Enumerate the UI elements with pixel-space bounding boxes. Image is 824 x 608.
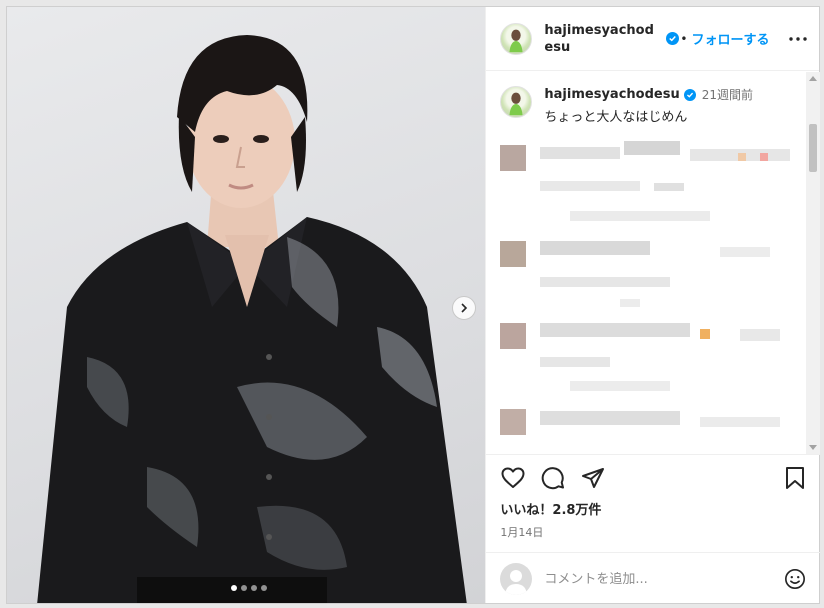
caption-username[interactable]: hajimesyachodesu bbox=[544, 87, 679, 102]
emoji-smile-icon[interactable] bbox=[784, 568, 806, 590]
instagram-post-window: hajimesyachodesu • フォローする hajimesyachode… bbox=[6, 6, 821, 605]
save-button[interactable] bbox=[782, 465, 808, 491]
comments-scrollbar[interactable] bbox=[806, 72, 821, 454]
post-photo bbox=[37, 35, 467, 603]
verified-badge-icon bbox=[683, 88, 696, 101]
comment-input[interactable] bbox=[544, 571, 765, 587]
caption-avatar[interactable] bbox=[500, 86, 533, 118]
pixelated-comment bbox=[500, 235, 806, 319]
avatar-image bbox=[509, 92, 523, 116]
post-header: hajimesyachodesu • フォローする bbox=[486, 7, 819, 71]
caption-timestamp[interactable]: 21週間前 bbox=[702, 86, 753, 103]
more-options-icon[interactable] bbox=[789, 36, 807, 41]
user-avatar[interactable] bbox=[500, 22, 533, 55]
comment-button[interactable] bbox=[540, 465, 566, 491]
follow-button[interactable]: フォローする bbox=[691, 29, 769, 48]
heart-icon bbox=[501, 467, 525, 488]
carousel-dot bbox=[251, 585, 257, 591]
chevron-right-icon bbox=[461, 303, 468, 313]
scroll-thumb[interactable] bbox=[809, 124, 818, 172]
carousel-dot bbox=[261, 585, 267, 591]
paper-plane-icon bbox=[582, 468, 605, 488]
current-user-avatar bbox=[500, 563, 533, 595]
pixelated-comment bbox=[500, 319, 806, 405]
avatar-image bbox=[509, 29, 523, 52]
carousel-dot bbox=[241, 585, 247, 591]
caption: hajimesyachodesu 21週間前 ちょっと大人なはじめん bbox=[486, 72, 806, 125]
like-button[interactable] bbox=[500, 465, 526, 491]
scroll-up-arrow-icon[interactable] bbox=[809, 76, 818, 81]
add-comment-bar bbox=[486, 552, 821, 605]
pixelated-comment bbox=[500, 405, 806, 445]
post-sidebar: hajimesyachodesu • フォローする hajimesyachode… bbox=[485, 7, 821, 605]
verified-badge-icon bbox=[666, 32, 680, 45]
post-actions: いいね！2.8万件 1月14日 bbox=[486, 454, 821, 540]
carousel-indicators bbox=[231, 585, 267, 591]
likes-count[interactable]: いいね！2.8万件 bbox=[486, 493, 820, 518]
caption-text: ちょっと大人なはじめん bbox=[544, 110, 688, 125]
share-button[interactable] bbox=[580, 465, 606, 491]
carousel-dot bbox=[231, 585, 237, 591]
comment-bubble-icon bbox=[542, 467, 565, 490]
pixelated-comment bbox=[500, 139, 806, 235]
next-slide-button[interactable] bbox=[452, 296, 476, 320]
header-separator: • bbox=[680, 31, 688, 46]
bookmark-icon bbox=[786, 467, 805, 489]
header-username[interactable]: hajimesyachodesu bbox=[544, 22, 662, 56]
post-date[interactable]: 1月14日 bbox=[486, 518, 820, 540]
scroll-down-arrow-icon[interactable] bbox=[809, 445, 818, 450]
default-avatar-icon bbox=[505, 570, 528, 595]
comments-list: hajimesyachodesu 21週間前 ちょっと大人なはじめん bbox=[486, 72, 806, 454]
post-media[interactable] bbox=[7, 7, 486, 603]
